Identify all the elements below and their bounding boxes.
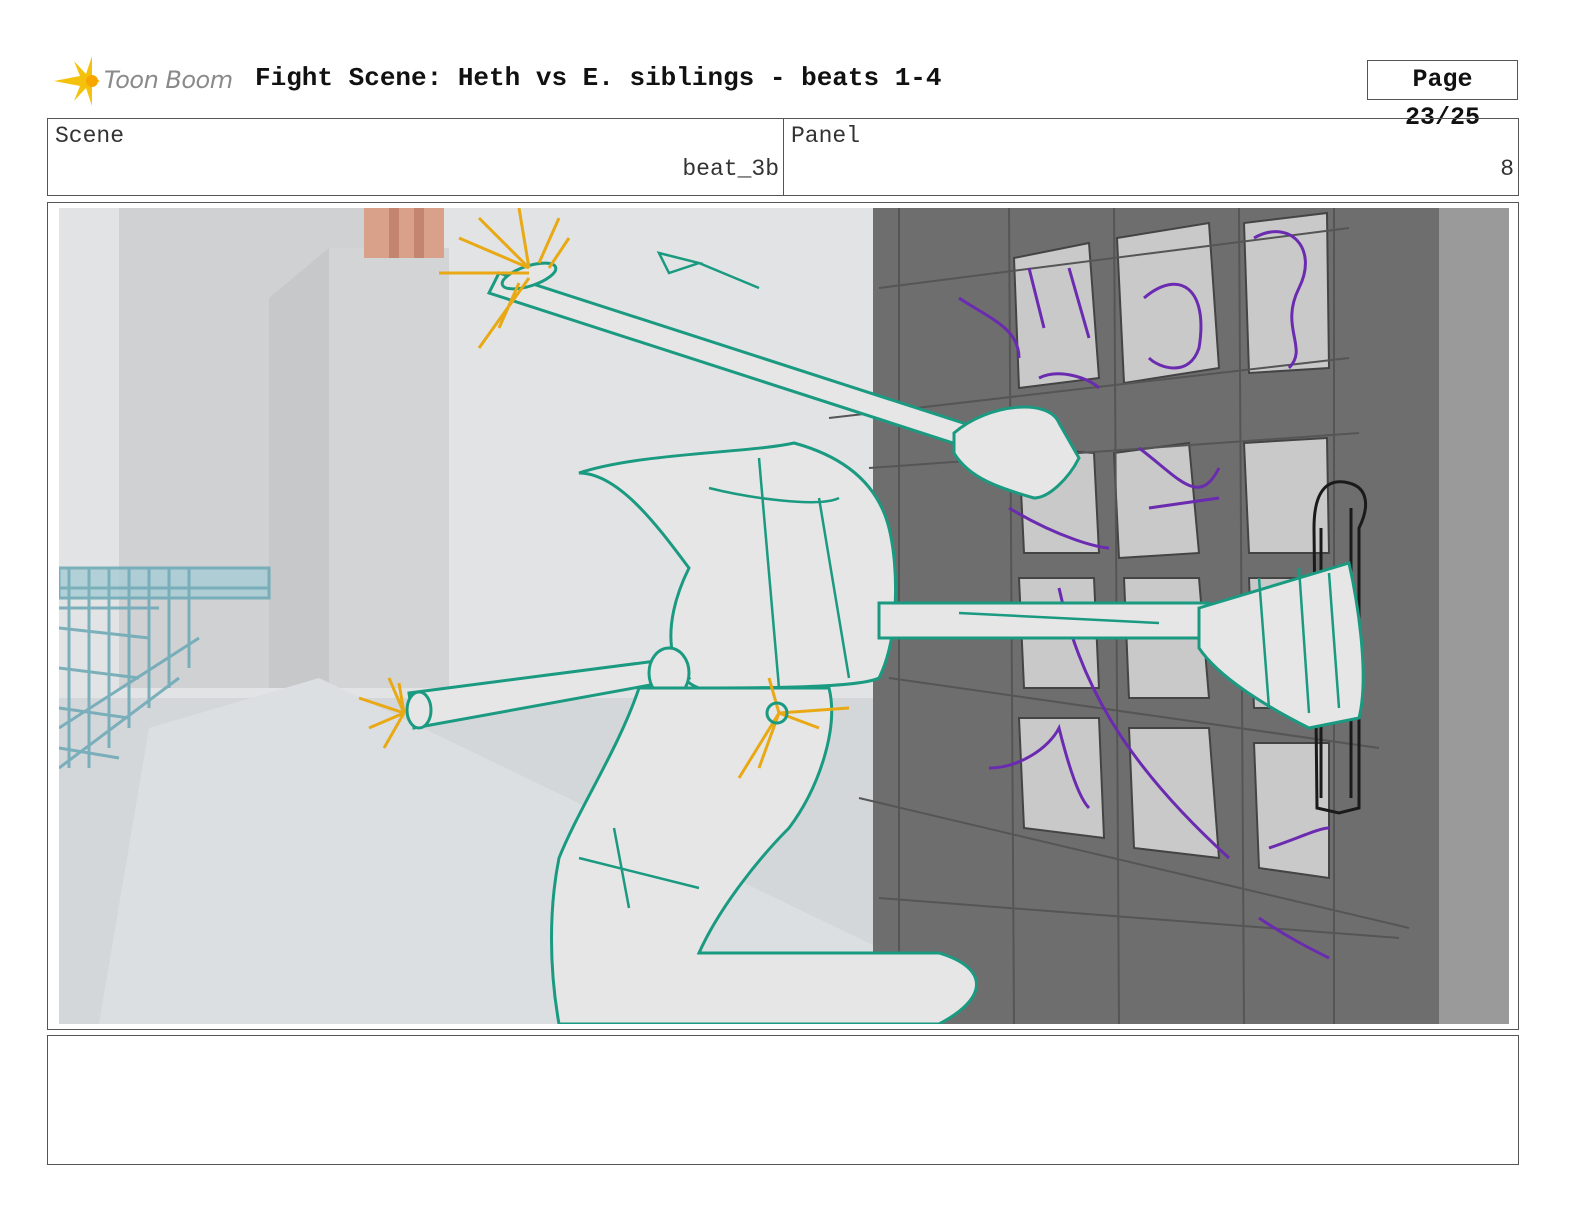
storyboard-panel-frame — [47, 202, 1519, 1030]
logo-wordmark: Toon Boom — [104, 66, 233, 94]
panel-notes-box — [47, 1035, 1519, 1165]
scene-panel-info: Scene beat_3b Panel 8 — [47, 118, 1519, 196]
scene-label: Scene — [55, 123, 125, 149]
storyboard-drawing — [59, 208, 1509, 1024]
document-title: Fight Scene: Heth vs E. siblings - beats… — [255, 63, 942, 93]
panel-label: Panel — [791, 123, 861, 149]
panel-cell: Panel 8 — [784, 119, 1518, 195]
page-indicator: Page 23/25 — [1367, 60, 1518, 132]
panel-value: 8 — [1500, 156, 1514, 182]
scene-cell: Scene beat_3b — [48, 119, 784, 195]
scene-value: beat_3b — [682, 156, 779, 182]
